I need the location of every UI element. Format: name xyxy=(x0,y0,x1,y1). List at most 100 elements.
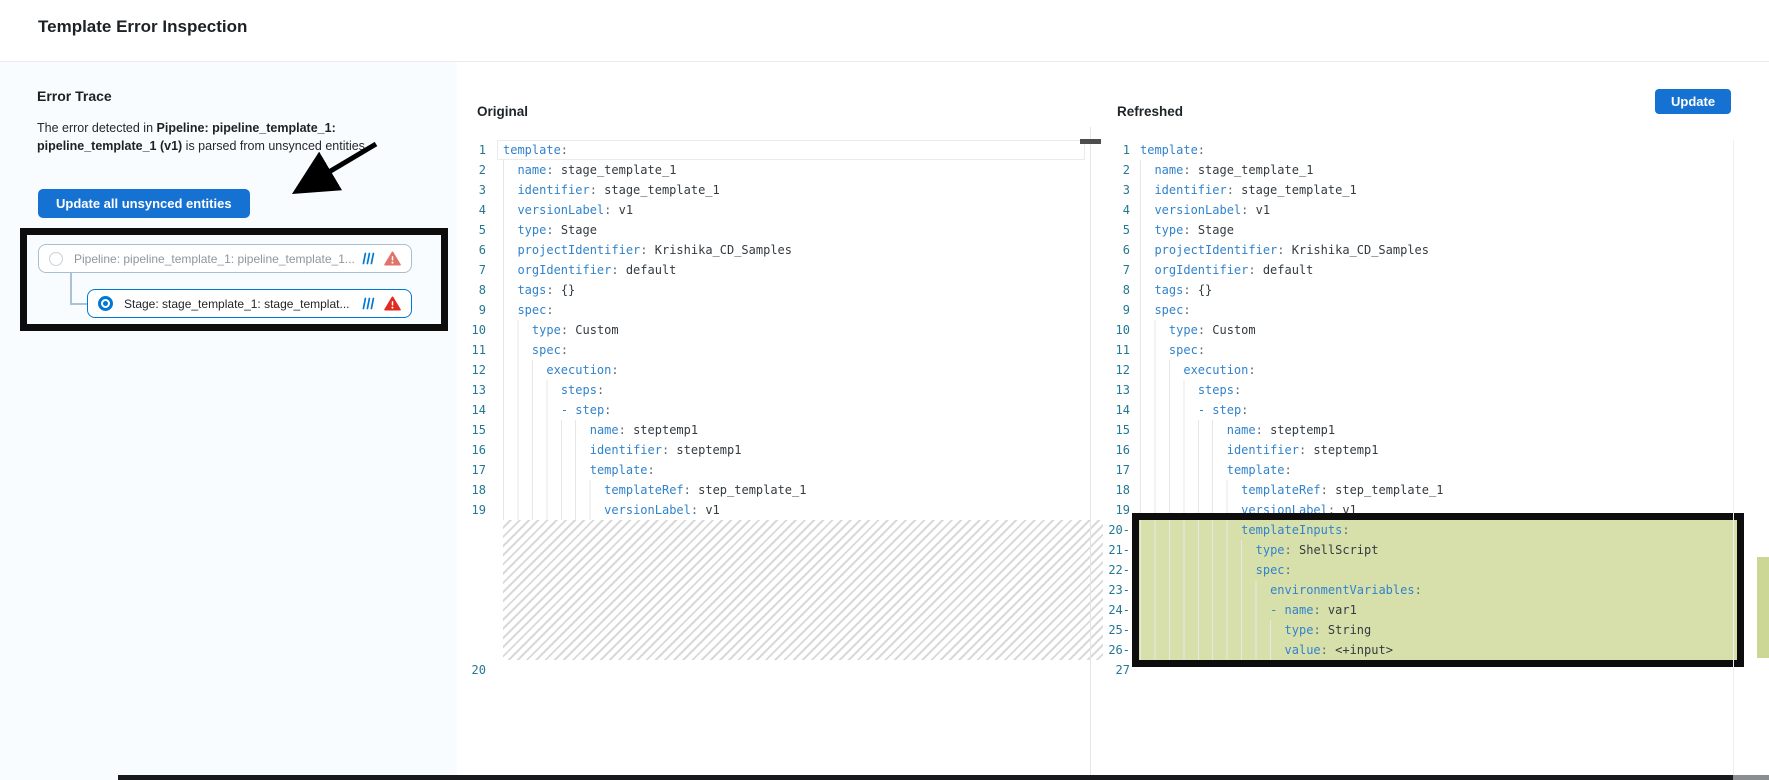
code-line[interactable]: 3identifier: stage_template_1 xyxy=(457,180,1088,200)
code-line[interactable]: 14- step: xyxy=(457,400,1088,420)
line-number: 8 xyxy=(457,280,486,300)
code-line[interactable]: 4versionLabel: v1 xyxy=(457,200,1088,220)
code-line[interactable]: 18templateRef: step_template_1 xyxy=(1092,480,1769,500)
line-number: 17 xyxy=(1092,460,1130,480)
line-number: 21- xyxy=(1092,540,1130,560)
line-number: 3 xyxy=(457,180,486,200)
template-error-inspection-drawer: Template Error Inspection Error Trace Th… xyxy=(0,0,1769,780)
page-title: Template Error Inspection xyxy=(38,17,247,37)
code-line[interactable]: 8tags: {} xyxy=(457,280,1088,300)
code-line[interactable]: 19versionLabel: v1 xyxy=(457,500,1088,520)
line-number: 6 xyxy=(1092,240,1130,260)
line-number: 12 xyxy=(457,360,486,380)
code-line[interactable]: 1template: xyxy=(457,140,1088,160)
bottom-window-edge-scroll xyxy=(1733,775,1769,780)
tree-item-pipeline[interactable]: Pipeline: pipeline_template_1: pipeline_… xyxy=(38,244,412,273)
code-line[interactable]: 8tags: {} xyxy=(1092,280,1769,300)
line-number: 12 xyxy=(1092,360,1130,380)
code-line[interactable]: 7orgIdentifier: default xyxy=(1092,260,1769,280)
code-line[interactable]: 13steps: xyxy=(457,380,1088,400)
stage-radio[interactable] xyxy=(98,296,113,311)
code-line[interactable]: 12execution: xyxy=(1092,360,1769,380)
line-number: 14 xyxy=(1092,400,1130,420)
refreshed-code-editor[interactable]: 1template:2name: stage_template_13identi… xyxy=(1092,140,1769,680)
drawer-header: Template Error Inspection xyxy=(0,0,1769,62)
code-line[interactable]: 4versionLabel: v1 xyxy=(1092,200,1769,220)
line-number: 7 xyxy=(1092,260,1130,280)
code-line[interactable]: 1template: xyxy=(1092,140,1769,160)
code-line[interactable]: 16identifier: steptemp1 xyxy=(457,440,1088,460)
code-line[interactable]: 6projectIdentifier: Krishika_CD_Samples xyxy=(1092,240,1769,260)
line-number: 19 xyxy=(1092,500,1130,520)
line-number: 9 xyxy=(1092,300,1130,320)
code-line[interactable]: 15name: steptemp1 xyxy=(1092,420,1769,440)
overview-ruler-added-marker[interactable] xyxy=(1757,557,1769,658)
error-icon xyxy=(384,296,401,311)
code-line[interactable]: 19versionLabel: v1 xyxy=(1092,500,1769,520)
line-number: 3 xyxy=(1092,180,1130,200)
line-number: 11 xyxy=(457,340,486,360)
code-line[interactable]: 9spec: xyxy=(1092,300,1769,320)
line-number: 17 xyxy=(457,460,486,480)
code-line[interactable]: 5type: Stage xyxy=(457,220,1088,240)
line-number: 14 xyxy=(457,400,486,420)
scrollbar-track xyxy=(1733,140,1734,775)
code-line[interactable]: 2name: stage_template_1 xyxy=(1092,160,1769,180)
code-line[interactable]: 20-templateInputs: xyxy=(1092,520,1769,540)
code-line[interactable]: 22-spec: xyxy=(1092,560,1769,580)
code-line[interactable]: 18templateRef: step_template_1 xyxy=(457,480,1088,500)
stage-label: Stage: stage_template_1: stage_templat..… xyxy=(124,297,354,311)
pipeline-radio[interactable] xyxy=(49,252,63,266)
code-line[interactable]: 13steps: xyxy=(1092,380,1769,400)
code-line[interactable]: 2name: stage_template_1 xyxy=(457,160,1088,180)
diff-split-divider xyxy=(1090,127,1091,775)
code-line[interactable]: 24-- name: var1 xyxy=(1092,600,1769,620)
code-line[interactable]: 3identifier: stage_template_1 xyxy=(1092,180,1769,200)
line-number: 5 xyxy=(1092,220,1130,240)
code-line[interactable]: 11spec: xyxy=(1092,340,1769,360)
code-line[interactable]: 10type: Custom xyxy=(457,320,1088,340)
tree-item-stage[interactable]: Stage: stage_template_1: stage_templat..… xyxy=(87,289,412,318)
code-line[interactable]: 10type: Custom xyxy=(1092,320,1769,340)
original-code-editor[interactable]: 1template:2name: stage_template_13identi… xyxy=(457,140,1088,680)
template-icon xyxy=(362,297,375,310)
bottom-window-edge xyxy=(118,775,1733,780)
code-line[interactable]: 14- step: xyxy=(1092,400,1769,420)
code-line[interactable]: 26-value: <+input> xyxy=(1092,640,1769,660)
line-number: 13 xyxy=(457,380,486,400)
original-panel-title: Original xyxy=(477,104,528,119)
warning-icon xyxy=(384,251,401,266)
line-number: 2 xyxy=(457,160,486,180)
code-line[interactable]: 23-environmentVariables: xyxy=(1092,580,1769,600)
line-number: 22- xyxy=(1092,560,1130,580)
code-line[interactable]: 16identifier: steptemp1 xyxy=(1092,440,1769,460)
code-line[interactable]: 9spec: xyxy=(457,300,1088,320)
line-number: 16 xyxy=(457,440,486,460)
line-number: 2 xyxy=(1092,160,1130,180)
code-line[interactable]: 5type: Stage xyxy=(1092,220,1769,240)
update-button[interactable]: Update xyxy=(1655,89,1731,114)
code-line[interactable]: 17template: xyxy=(457,460,1088,480)
line-number: 19 xyxy=(457,500,486,520)
code-line[interactable]: 17template: xyxy=(1092,460,1769,480)
template-icon xyxy=(362,252,375,265)
code-line[interactable]: 25-type: String xyxy=(1092,620,1769,640)
line-number: 23- xyxy=(1092,580,1130,600)
update-all-unsynced-button[interactable]: Update all unsynced entities xyxy=(38,189,250,218)
code-line[interactable]: 7orgIdentifier: default xyxy=(457,260,1088,280)
line-number: 9 xyxy=(457,300,486,320)
code-line[interactable]: 21-type: ShellScript xyxy=(1092,540,1769,560)
code-line[interactable]: 12execution: xyxy=(457,360,1088,380)
line-number: 10 xyxy=(1092,320,1130,340)
line-number: 25- xyxy=(1092,620,1130,640)
line-number: 6 xyxy=(457,240,486,260)
code-line[interactable]: 15name: steptemp1 xyxy=(457,420,1088,440)
line-number: 8 xyxy=(1092,280,1130,300)
code-line[interactable]: 20 xyxy=(457,660,1088,680)
line-number: 13 xyxy=(1092,380,1130,400)
inserted-lines-placeholder xyxy=(503,520,1103,660)
code-line[interactable]: 11spec: xyxy=(457,340,1088,360)
code-line[interactable]: 27 xyxy=(1092,660,1769,680)
line-number: 5 xyxy=(457,220,486,240)
code-line[interactable]: 6projectIdentifier: Krishika_CD_Samples xyxy=(457,240,1088,260)
